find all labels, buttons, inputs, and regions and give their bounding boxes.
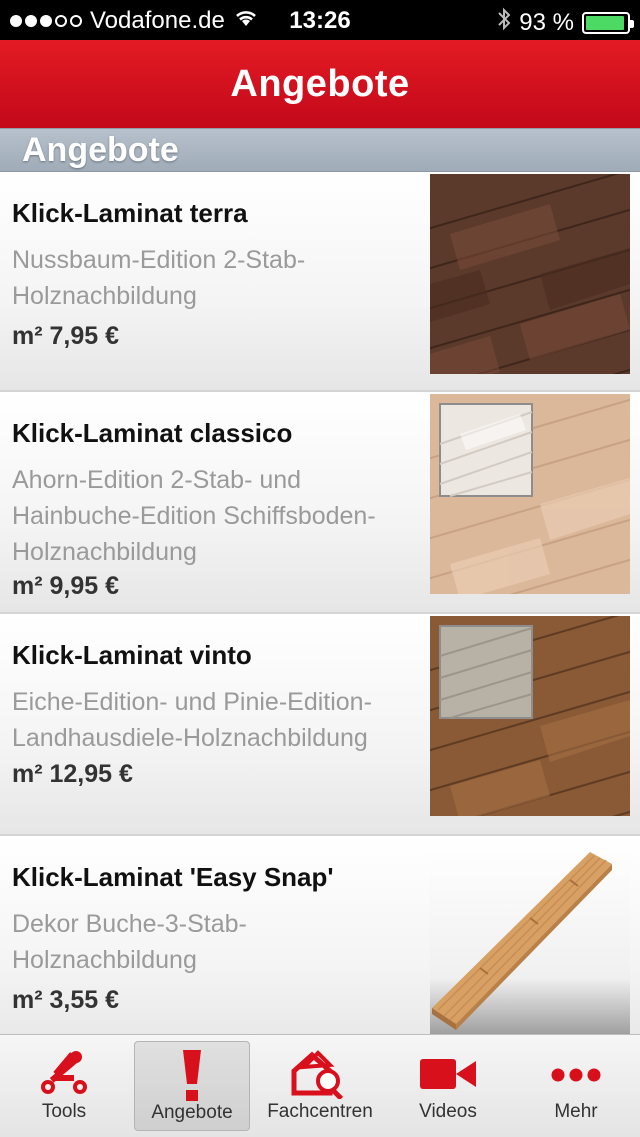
product-image-vinto — [430, 616, 630, 816]
offer-price: m² 12,95 € — [12, 760, 133, 788]
offer-name: Klick-Laminat vinto — [12, 640, 252, 670]
tab-tools[interactable]: Tools — [6, 1041, 122, 1131]
tab-label: Videos — [419, 1101, 477, 1122]
more-dots-icon — [518, 1049, 634, 1099]
exclamation-icon — [135, 1050, 249, 1101]
offer-price: m² 3,55 € — [12, 986, 120, 1014]
offer-price: m² 9,95 € — [12, 572, 120, 600]
section-header: Angebote — [0, 128, 640, 172]
tools-icon — [6, 1049, 122, 1099]
navigation-bar: Angebote — [0, 40, 640, 128]
offer-row-easy-snap[interactable]: Klick-Laminat 'Easy Snap' Dekor Buche-3-… — [0, 836, 640, 1056]
tab-bar: Tools Angebote Fachcentren Videos Mehr — [0, 1034, 640, 1137]
offer-description: Nussbaum-Edition 2-Stab-Holznachbildung — [12, 246, 306, 310]
store-search-icon — [262, 1049, 378, 1099]
battery-percent: 93 % — [519, 8, 574, 36]
status-bar: Vodafone.de 13:26 93 % — [0, 0, 640, 40]
tab-angebote[interactable]: Angebote — [134, 1041, 250, 1131]
product-image-classico — [430, 394, 630, 594]
status-right: 93 % — [497, 7, 634, 38]
tab-fachcentren[interactable]: Fachcentren — [262, 1041, 378, 1131]
offer-price: m² 7,95 € — [12, 322, 120, 350]
offer-name: Klick-Laminat terra — [12, 198, 248, 228]
product-image-terra — [430, 174, 630, 374]
tab-label: Angebote — [151, 1102, 233, 1123]
offer-name: Klick-Laminat 'Easy Snap' — [12, 862, 334, 892]
tab-label: Fachcentren — [267, 1101, 373, 1122]
offer-row-vinto[interactable]: Klick-Laminat vinto Eiche-Edition- und P… — [0, 614, 640, 836]
offers-list: Klick-Laminat terra Nussbaum-Edition 2-S… — [0, 172, 640, 1056]
offer-row-terra[interactable]: Klick-Laminat terra Nussbaum-Edition 2-S… — [0, 172, 640, 392]
page-title: Angebote — [230, 63, 410, 105]
offer-row-classico[interactable]: Klick-Laminat classico Ahorn-Edition 2-S… — [0, 392, 640, 614]
product-image-easy-snap — [430, 838, 630, 1038]
offer-description: Eiche-Edition- und Pinie-Edition-Landhau… — [12, 688, 372, 752]
bluetooth-icon — [497, 7, 511, 38]
tab-videos[interactable]: Videos — [390, 1041, 506, 1131]
video-camera-icon — [390, 1049, 506, 1099]
offer-description: Dekor Buche-3-Stab-Holznachbildung — [12, 910, 247, 974]
offer-name: Klick-Laminat classico — [12, 418, 293, 448]
offer-description: Ahorn-Edition 2-Stab- und Hainbuche-Edit… — [12, 466, 376, 566]
tab-mehr[interactable]: Mehr — [518, 1041, 634, 1131]
tab-label: Mehr — [554, 1101, 598, 1122]
section-title: Angebote — [22, 131, 179, 169]
battery-icon — [582, 11, 634, 34]
tab-label: Tools — [41, 1101, 87, 1122]
